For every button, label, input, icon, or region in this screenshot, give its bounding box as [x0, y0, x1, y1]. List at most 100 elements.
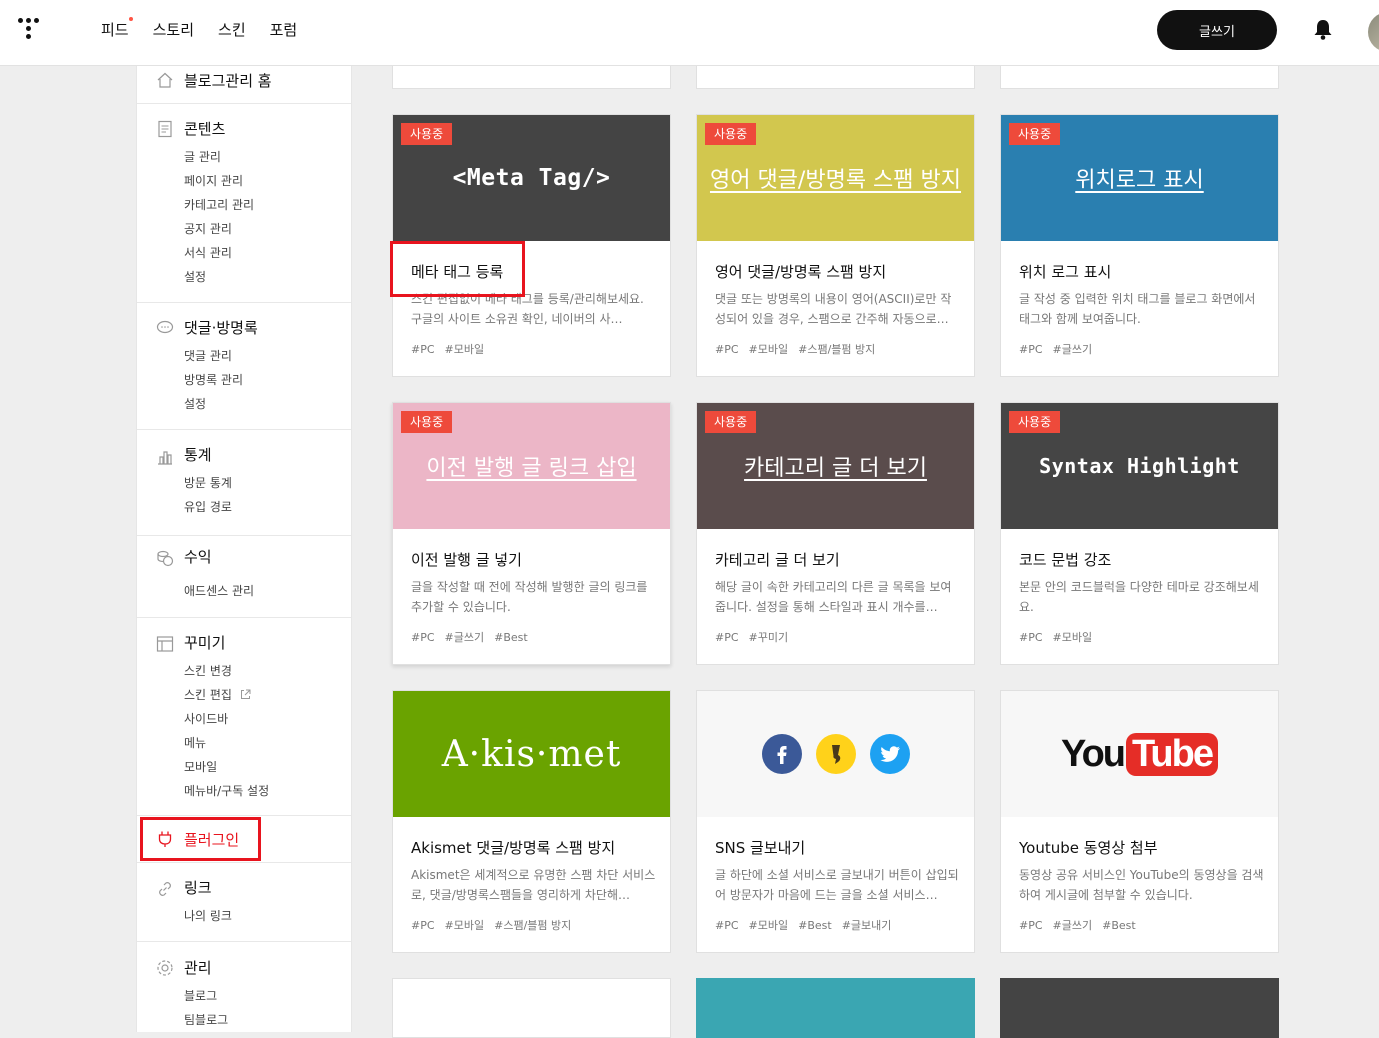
- sidebar-heading-manage[interactable]: 관리: [184, 957, 212, 978]
- sidebar-item-visit-stats[interactable]: 방문 통계: [184, 474, 232, 491]
- sidebar-section-decorate: 꾸미기 스킨 변경 스킨 편집 사이드바 메뉴 모바일 메뉴바/구독 설정: [137, 618, 351, 816]
- sidebar-item-my-links[interactable]: 나의 링크: [184, 907, 232, 924]
- tag: #PC: [715, 631, 739, 644]
- plugin-description: 해당 글이 속한 카테고리의 다른 글 목록을 보여줍니다. 설정을 통해 스타…: [715, 580, 952, 614]
- tag: #모바일: [1052, 631, 1093, 644]
- nav-feed[interactable]: 피드: [101, 17, 133, 40]
- sidebar-section-revenue: 수익 애드센스 관리: [137, 536, 351, 618]
- meta-tag-title-highlight: [390, 241, 525, 297]
- plugin-card-previous-post[interactable]: 이전 발행 글 링크 삽입 사용중 이전 발행 글 넣기 글을 작성할 때 전에…: [392, 402, 671, 665]
- sidebar-item-skin-change[interactable]: 스킨 변경: [184, 662, 232, 679]
- plugin-card-syntax-highlight[interactable]: Syntax Highlight 사용중 코드 문법 강조 본문 안의 코드블럭…: [1000, 402, 1279, 665]
- plugin-tags: #PC #모바일 #Best #글보내기: [715, 917, 901, 933]
- sidebar-section-stats: 통계 방문 통계 유입 경로: [137, 430, 351, 536]
- plugin-description: Akismet은 세계적으로 유명한 스팸 차단 서비스로, 댓글/방명록스팸들…: [411, 868, 656, 902]
- plugin-title: 이전 발행 글 넣기: [411, 551, 522, 569]
- plugin-card-category-more[interactable]: 카테고리 글 더 보기 사용중 카테고리 글 더 보기 해당 글이 속한 카테고…: [696, 402, 975, 665]
- sidebar-item-pages[interactable]: 페이지 관리: [184, 172, 243, 189]
- plugin-title: 카테고리 글 더 보기: [715, 551, 840, 569]
- sidebar-item-home[interactable]: 블로그관리 홈: [184, 70, 272, 91]
- tag: #모바일: [444, 919, 485, 932]
- sidebar-item-content-settings[interactable]: 설정: [184, 268, 206, 285]
- sidebar-section-home: 블로그관리 홈: [137, 66, 351, 104]
- plugin-tags: #PC #꾸미기: [715, 629, 798, 645]
- sidebar-section-content: 콘텐츠 글 관리 페이지 관리 카테고리 관리 공지 관리 서식 관리 설정: [137, 104, 351, 303]
- sidebar-item-templates[interactable]: 서식 관리: [184, 244, 232, 261]
- home-icon: [157, 72, 173, 88]
- facebook-icon: [761, 734, 802, 774]
- plugin-description: 글 작성 중 입력한 위치 태그를 블로그 화면에서 태그와 함께 보여줍니다.: [1019, 292, 1256, 326]
- sidebar-item-categories[interactable]: 카테고리 관리: [184, 196, 254, 213]
- in-use-badge: 사용중: [705, 411, 757, 433]
- in-use-badge: 사용중: [1009, 123, 1061, 145]
- in-use-badge: 사용중: [401, 123, 453, 145]
- plugin-tags: #PC #글쓰기 #Best: [411, 629, 538, 645]
- plugin-menu-highlight: [140, 817, 261, 861]
- sidebar-item-notices[interactable]: 공지 관리: [184, 220, 232, 237]
- plugin-tags: #PC #모바일 #스팸/블펌 방지: [411, 917, 581, 933]
- top-bar: 피드 스토리 스킨 포럼 글쓰기: [0, 0, 1379, 66]
- plugin-thumbnail: A·kis·met: [393, 691, 670, 817]
- sidebar-item-skin-edit[interactable]: 스킨 편집: [184, 686, 251, 703]
- youtube-logo: You Tube: [1061, 732, 1218, 776]
- sidebar-item-sidebar[interactable]: 사이드바: [184, 710, 228, 727]
- sidebar-item-mobile[interactable]: 모바일: [184, 758, 217, 775]
- sidebar-item-comment-manage[interactable]: 댓글 관리: [184, 347, 232, 364]
- sidebar-item-blog[interactable]: 블로그: [184, 987, 217, 1004]
- plugin-title: Youtube 동영상 첨부: [1019, 839, 1158, 857]
- nav-story[interactable]: 스토리: [153, 19, 194, 40]
- tistory-logo-icon[interactable]: [16, 16, 46, 46]
- sidebar-item-team-blog[interactable]: 팀블로그: [184, 1011, 228, 1028]
- thumbnail-text: 이전 발행 글 링크 삽입: [426, 456, 637, 481]
- tag: #모바일: [748, 919, 789, 932]
- thumbnail-text: Syntax Highlight: [1039, 454, 1240, 478]
- write-button[interactable]: 글쓰기: [1157, 10, 1277, 50]
- thumbnail-text: <Meta Tag/>: [452, 165, 611, 191]
- plugin-description: 본문 안의 코드블럭을 다양한 테마로 강조해보세요.: [1019, 580, 1259, 614]
- plugin-thumbnail: [697, 691, 974, 817]
- sidebar-item-adsense[interactable]: 애드센스 관리: [184, 582, 254, 599]
- plugin-card-sns-share[interactable]: SNS 글보내기 글 하단에 소셜 서비스로 글보내기 버튼이 삽입되어 방문자…: [696, 690, 975, 953]
- plugin-tags: #PC #모바일 #스팸/블펌 방지: [715, 341, 885, 357]
- bell-icon[interactable]: [1313, 19, 1333, 41]
- nav-skin[interactable]: 스킨: [218, 19, 246, 40]
- sidebar-heading-links[interactable]: 링크: [184, 877, 212, 898]
- plugin-tags: #PC #글쓰기 #Best: [1019, 917, 1146, 933]
- sidebar-heading-stats[interactable]: 통계: [184, 444, 212, 465]
- plugin-thumbnail: You Tube: [1001, 691, 1278, 817]
- plugin-card-english-spam[interactable]: 영어 댓글/방명록 스팸 방지 사용중 영어 댓글/방명록 스팸 방지 댓글 또…: [696, 114, 975, 377]
- tag: #모바일: [444, 343, 485, 356]
- plugin-card-partial[interactable]: [696, 978, 975, 1038]
- sidebar-heading-content[interactable]: 콘텐츠: [184, 118, 225, 139]
- kakaostory-icon: [815, 734, 856, 774]
- plugin-card-akismet[interactable]: A·kis·met Akismet 댓글/방명록 스팸 방지 Akismet은 …: [392, 690, 671, 953]
- tag: #스팸/블펌 방지: [798, 343, 876, 356]
- sidebar-item-menubar-subscribe[interactable]: 메뉴바/구독 설정: [184, 782, 269, 799]
- sidebar-item-guestbook-manage[interactable]: 방명록 관리: [184, 371, 243, 388]
- plugin-card-location-log[interactable]: 위치로그 표시 사용중 위치 로그 표시 글 작성 중 입력한 위치 태그를 블…: [1000, 114, 1279, 377]
- avatar[interactable]: [1368, 12, 1379, 52]
- plugin-title: Akismet 댓글/방명록 스팸 방지: [411, 839, 616, 857]
- sidebar-item-menu[interactable]: 메뉴: [184, 734, 206, 751]
- plugin-title: 위치 로그 표시: [1019, 263, 1112, 281]
- document-icon: [158, 120, 172, 138]
- tag: #PC: [715, 919, 739, 932]
- external-link-icon: [240, 689, 251, 699]
- sidebar-item-posts[interactable]: 글 관리: [184, 148, 221, 165]
- tag: #모바일: [748, 343, 789, 356]
- layout-icon: [156, 636, 174, 652]
- plugin-card-partial[interactable]: [1000, 978, 1279, 1038]
- top-nav: 피드 스토리 스킨 포럼: [101, 17, 321, 40]
- plugin-card-youtube[interactable]: You Tube Youtube 동영상 첨부 동영상 공유 서비스인 YouTu…: [1000, 690, 1279, 953]
- tag: #PC: [411, 343, 435, 356]
- plugin-card-partial[interactable]: [392, 978, 671, 1038]
- sidebar-heading-decorate[interactable]: 꾸미기: [184, 632, 225, 653]
- sidebar-heading-revenue[interactable]: 수익: [184, 546, 212, 567]
- plugin-description: 댓글 또는 방명록의 내용이 영어(ASCII)로만 작성되어 있을 경우, 스…: [715, 292, 952, 326]
- tag: #PC: [1019, 919, 1043, 932]
- sidebar-item-referrers[interactable]: 유입 경로: [184, 498, 232, 515]
- tag: #PC: [1019, 343, 1043, 356]
- sidebar-heading-comments[interactable]: 댓글·방명록: [184, 317, 258, 338]
- sidebar-item-comment-settings[interactable]: 설정: [184, 395, 206, 412]
- nav-forum[interactable]: 포럼: [270, 19, 298, 40]
